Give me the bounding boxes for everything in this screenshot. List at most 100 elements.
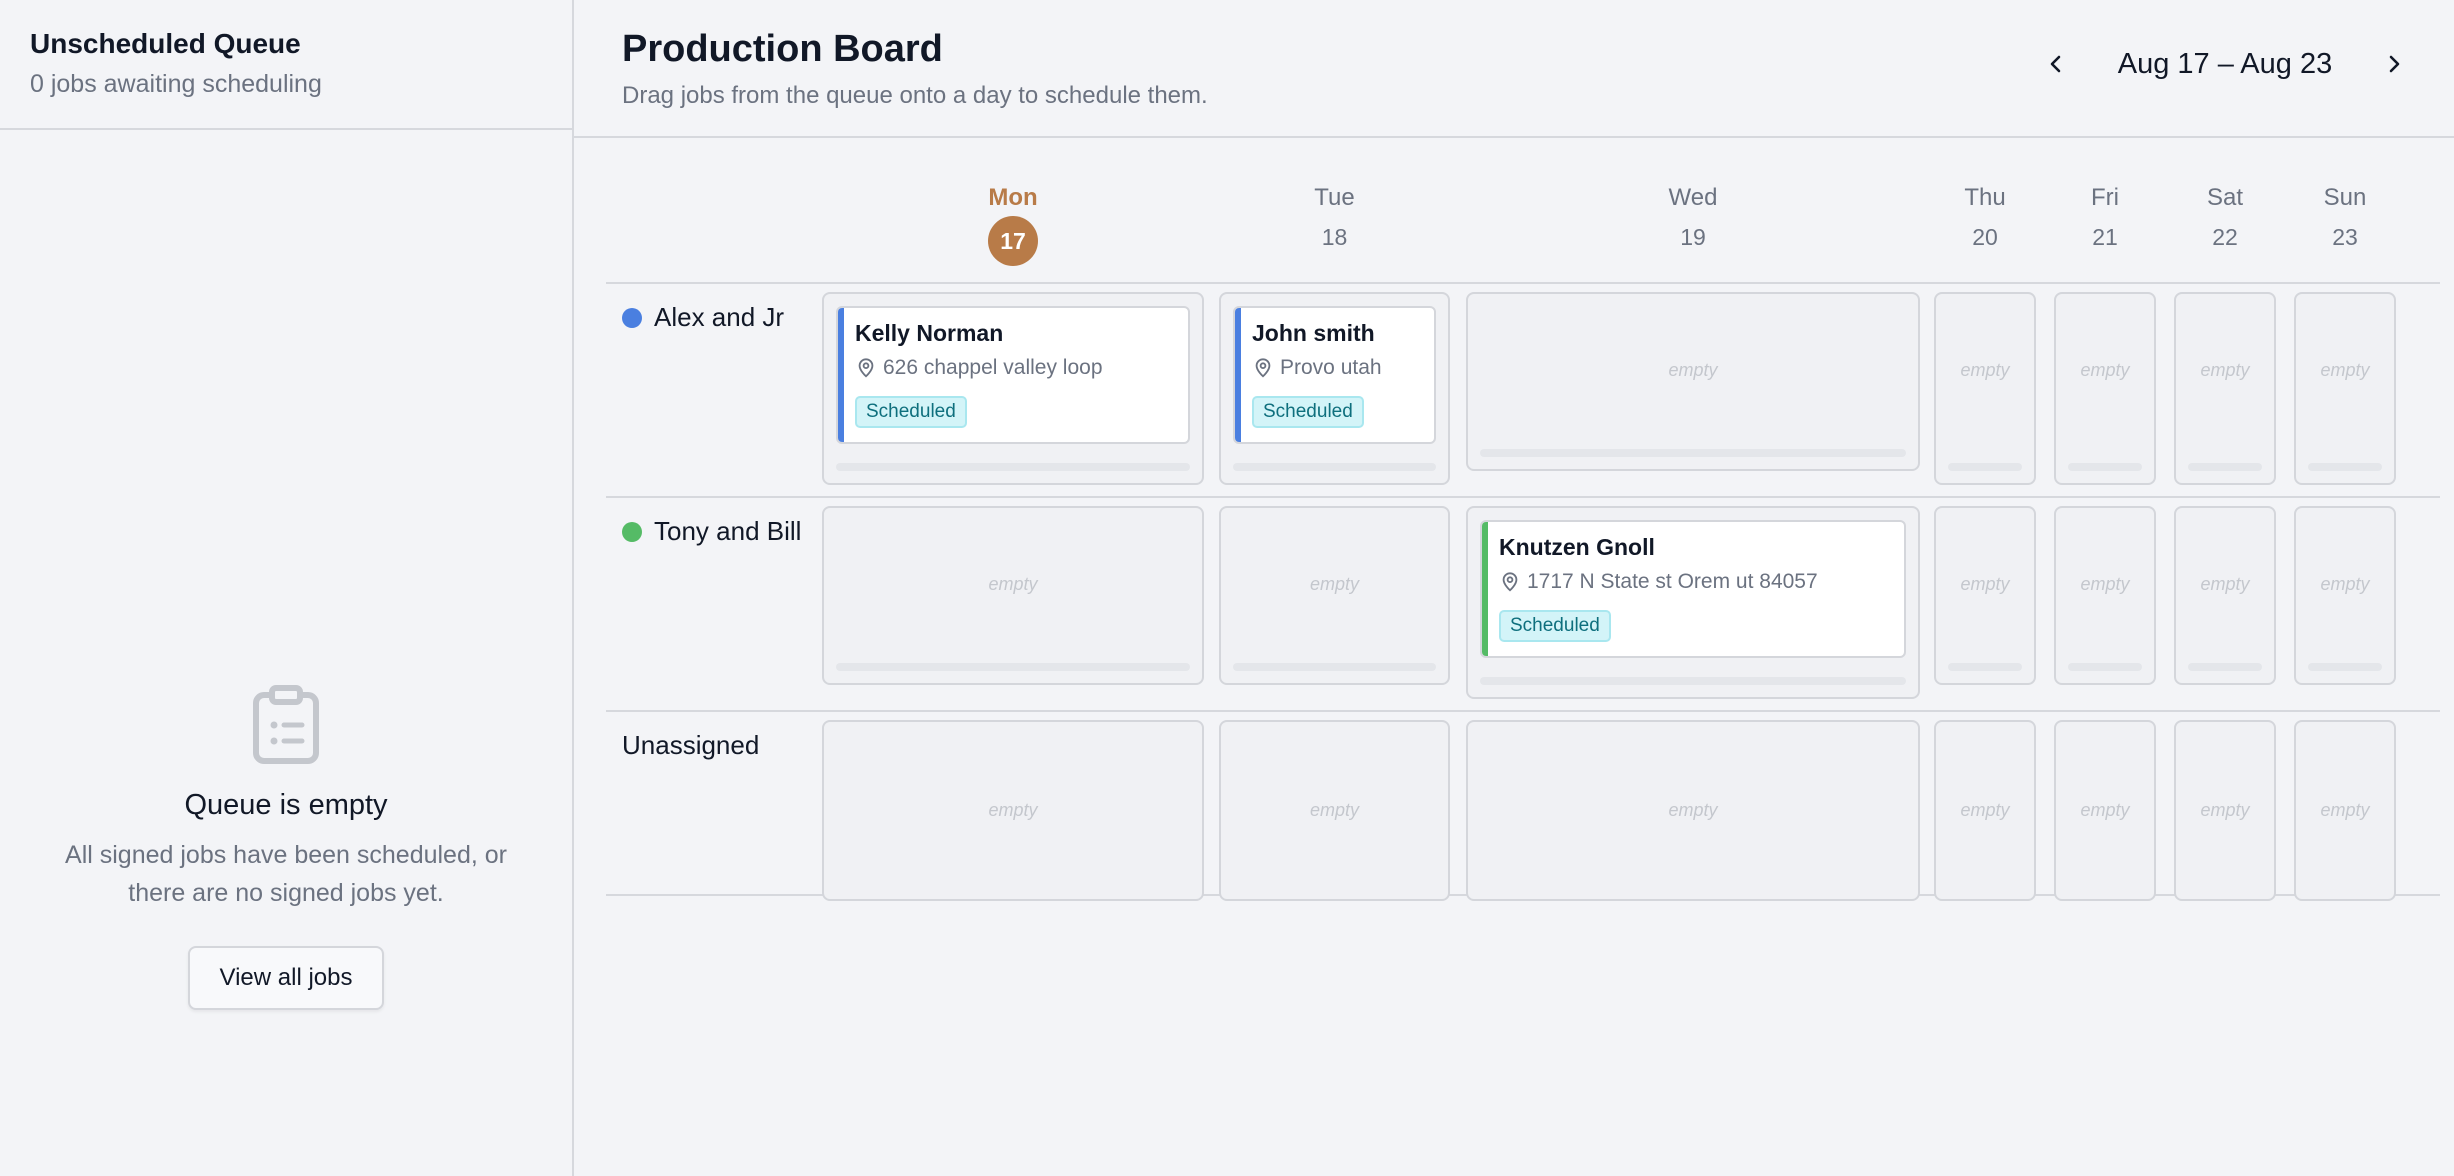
day-cell-fri[interactable]: empty — [2054, 292, 2156, 485]
day-name: Tue — [1314, 184, 1355, 211]
status-badge: Scheduled — [1252, 396, 1364, 428]
day-cell-sat[interactable]: empty — [2174, 292, 2276, 485]
schedule-grid: Mon 17 Tue 18 Wed 19 Thu 20 Fri 21 Sat 22 Sun 23 Alex… — [606, 138, 2440, 901]
week-range-label: Aug 17 – Aug 23 — [2117, 47, 2333, 80]
job-name: Kelly Norman — [855, 320, 1004, 346]
empty-cell-label: empty — [1668, 800, 1718, 820]
day-cell-thu[interactable]: empty — [1934, 720, 2036, 901]
drop-zone-bar — [2308, 463, 2382, 471]
day-header-row: Mon 17 Tue 18 Wed 19 Thu 20 Fri 21 Sat 22 Sun 23 — [606, 138, 2440, 284]
day-header-thu: Thu 20 — [1934, 184, 2036, 254]
today-badge: 17 — [988, 216, 1038, 266]
day-number: 19 — [1680, 224, 1706, 250]
drop-zone-bar — [2068, 663, 2142, 671]
queue-empty-description: All signed jobs have been scheduled, or … — [65, 841, 507, 907]
day-number: 20 — [1972, 224, 1998, 250]
empty-cell-label: empty — [2080, 800, 2130, 820]
day-cell-sat[interactable]: empty — [2174, 506, 2276, 685]
queue-count: 0 jobs awaiting scheduling — [30, 70, 322, 98]
empty-cell-label: empty — [1309, 574, 1360, 594]
day-cell-wed[interactable]: empty — [1466, 720, 1920, 901]
job-card[interactable]: John smith Provo utah Scheduled — [1233, 306, 1436, 444]
crew-label: Alex and Jr — [622, 302, 784, 333]
empty-cell-label: empty — [2320, 360, 2370, 380]
empty-cell-label: empty — [2200, 360, 2250, 380]
unscheduled-queue-panel: Unscheduled Queue 0 jobs awaiting schedu… — [0, 0, 574, 1176]
prev-week-button[interactable] — [2032, 40, 2080, 88]
drop-zone-bar — [836, 463, 1190, 471]
day-name: Wed — [1668, 184, 1718, 211]
empty-cell-label: empty — [1960, 360, 2010, 380]
map-pin-icon — [1255, 358, 1271, 378]
day-number: 18 — [1321, 224, 1348, 250]
job-address-text: Provo utah — [1280, 356, 1382, 379]
day-cell-wed[interactable]: empty — [1466, 292, 1920, 471]
job-address: Provo utah — [1252, 356, 1382, 380]
crew-rows: Alex and Jr Kelly Norman 626 chappel valle… — [606, 284, 2440, 901]
day-cell-thu[interactable]: empty — [1934, 292, 2036, 485]
chevron-left-icon — [2050, 55, 2061, 73]
day-name: Fri — [2091, 184, 2119, 211]
drop-zone-bar — [2188, 463, 2262, 471]
status-badge: Scheduled — [855, 396, 967, 428]
next-week-button[interactable] — [2370, 40, 2418, 88]
day-name: Sat — [2206, 184, 2244, 211]
week-navigator: Aug 17 – Aug 23 — [2032, 40, 2418, 88]
drop-zone-bar — [1480, 449, 1906, 457]
day-cell-sun[interactable]: empty — [2294, 506, 2396, 685]
day-header-wed: Wed 19 — [1466, 184, 1920, 254]
day-header-mon: Mon 17 — [822, 184, 1204, 266]
job-address: 1717 N State st Orem ut 84057 — [1499, 570, 1818, 594]
crew-name: Unassigned — [622, 730, 760, 760]
job-accent-bar — [1235, 308, 1241, 442]
day-cell-wed[interactable]: Knutzen Gnoll 1717 N State st Orem ut 840… — [1466, 506, 1920, 699]
page-subtitle: Drag jobs from the queue onto a day to s… — [622, 82, 1208, 109]
drop-zone-bar — [1233, 463, 1436, 471]
job-address-text: 1717 N State st Orem ut 84057 — [1527, 570, 1818, 593]
production-board: Production Board Drag jobs from the queu… — [574, 0, 2454, 1176]
crew-label: Unassigned — [622, 730, 759, 761]
job-address-text: 626 chappel valley loop — [883, 356, 1103, 379]
day-cell-tue[interactable]: empty — [1219, 720, 1450, 901]
status-badge: Scheduled — [1499, 610, 1611, 642]
day-cell-tue[interactable]: John smith Provo utah Scheduled — [1219, 292, 1450, 485]
day-cell-sun[interactable]: empty — [2294, 720, 2396, 901]
day-name: Sun — [2323, 184, 2367, 211]
job-card[interactable]: Knutzen Gnoll 1717 N State st Orem ut 840… — [1480, 520, 1906, 658]
day-cell-tue[interactable]: empty — [1219, 506, 1450, 685]
day-cell-sun[interactable]: empty — [2294, 292, 2396, 485]
drop-zone-bar — [1233, 663, 1436, 671]
empty-cell-label: empty — [2200, 574, 2250, 594]
crew-row-2: Unassigned empty empty empty empty empty empty… — [606, 712, 2440, 901]
drop-zone-bar — [2068, 463, 2142, 471]
day-cell-fri[interactable]: empty — [2054, 506, 2156, 685]
job-address: 626 chappel valley loop — [855, 356, 1103, 380]
drop-zone-bar — [1948, 663, 2022, 671]
empty-cell-label: empty — [2080, 574, 2130, 594]
day-name: Thu — [1964, 184, 2006, 211]
day-header-sun: Sun 23 — [2294, 184, 2396, 254]
board-header: Production Board Drag jobs from the queu… — [574, 0, 2454, 138]
day-cell-mon[interactable]: Kelly Norman 626 chappel valley loop Sched… — [822, 292, 1204, 485]
crew-row-0: Alex and Jr Kelly Norman 626 chappel valle… — [606, 284, 2440, 498]
crew-color-dot — [622, 521, 642, 542]
day-cell-fri[interactable]: empty — [2054, 720, 2156, 901]
empty-cell-label: empty — [2200, 800, 2250, 820]
queue-body: Queue is empty All signed jobs have been… — [0, 130, 572, 1176]
day-cell-sat[interactable]: empty — [2174, 720, 2276, 901]
drop-zone-bar — [836, 663, 1190, 671]
job-name: John smith — [1252, 320, 1375, 346]
job-card[interactable]: Kelly Norman 626 chappel valley loop Sched… — [836, 306, 1190, 444]
empty-cell-label: empty — [988, 574, 1038, 594]
empty-cell-label: empty — [2080, 360, 2130, 380]
day-cell-thu[interactable]: empty — [1934, 506, 2036, 685]
day-number: 21 — [2092, 224, 2118, 250]
day-cell-mon[interactable]: empty — [822, 720, 1204, 901]
job-accent-bar — [1482, 522, 1488, 656]
clipboard-icon — [253, 685, 319, 764]
queue-empty-title: Queue is empty — [184, 789, 388, 821]
day-cell-mon[interactable]: empty — [822, 506, 1204, 685]
view-all-jobs-button[interactable]: View all jobs — [188, 946, 384, 1010]
queue-empty-state: Queue is empty All signed jobs have been… — [0, 685, 572, 1010]
queue-header: Unscheduled Queue 0 jobs awaiting schedu… — [0, 0, 572, 130]
